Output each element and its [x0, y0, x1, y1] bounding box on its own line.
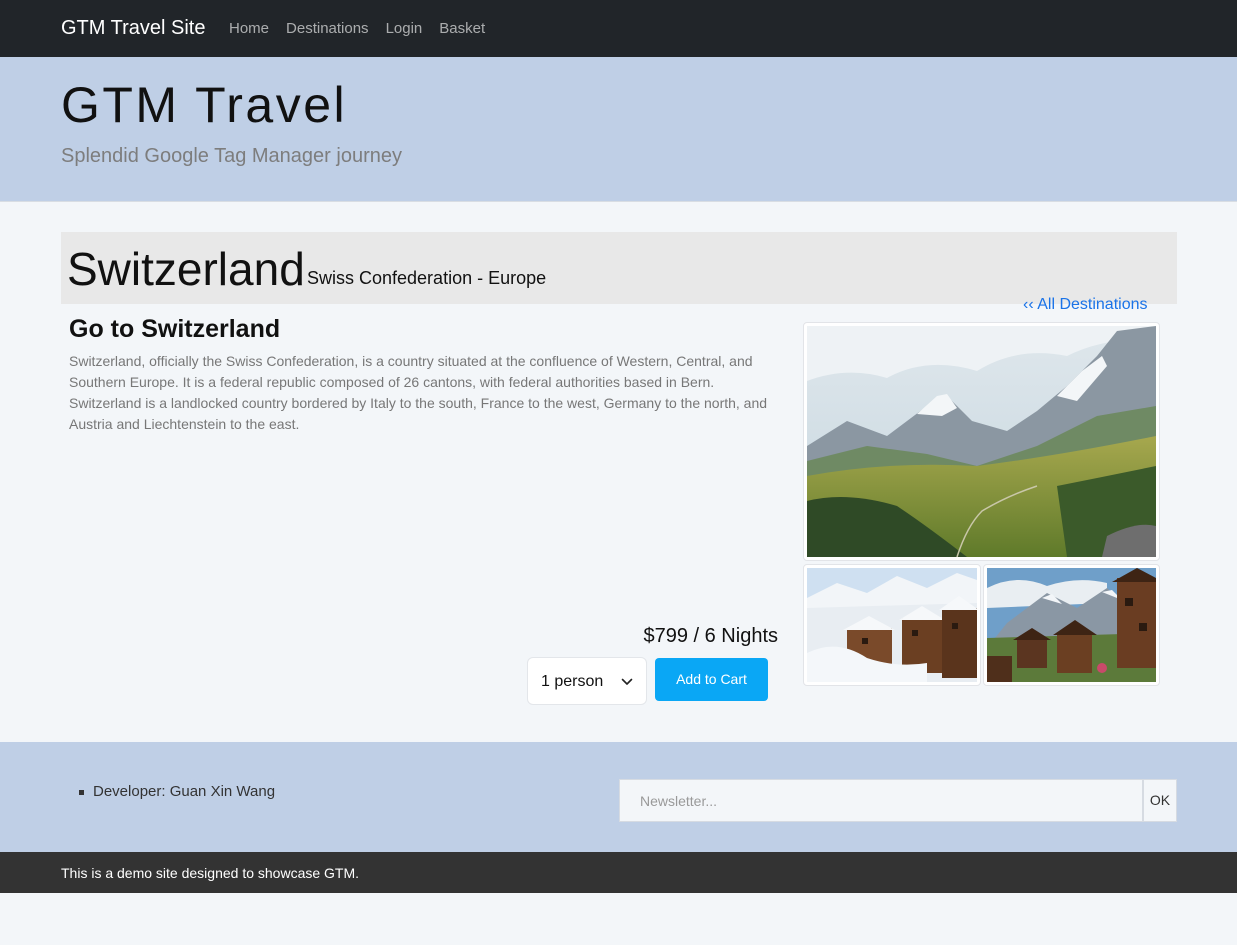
price-label: $799 / 6 Nights: [643, 625, 778, 647]
developer-list: Developer: Guan Xin Wang: [79, 783, 275, 801]
person-count-select[interactable]: 1 person: [527, 657, 647, 705]
newsletter-input[interactable]: [619, 779, 1143, 822]
destination-description: Switzerland, officially the Swiss Confed…: [69, 353, 768, 432]
main-landscape-image[interactable]: [803, 322, 1160, 561]
destination-subtitle: Swiss Confederation - Europe: [307, 268, 547, 288]
bottom-bar: This is a demo site designed to showcase…: [0, 852, 1237, 893]
hero-title: GTM Travel: [61, 77, 348, 133]
top-navbar: GTM Travel Site Home Destinations Login …: [0, 0, 1237, 57]
alpine-chalets-picture: [987, 568, 1156, 682]
chalet-village-image[interactable]: [983, 564, 1160, 686]
nav-links: Home Destinations Login Basket: [229, 20, 502, 38]
site-brand[interactable]: GTM Travel Site: [61, 16, 205, 40]
destination-name: Switzerland: [67, 243, 305, 295]
snowy-village-picture: [807, 568, 977, 682]
hero-banner: GTM Travel Splendid Google Tag Manager j…: [0, 57, 1237, 202]
nav-home-link[interactable]: Home: [229, 20, 269, 38]
mountain-valley-picture: [807, 326, 1156, 557]
hero-subtitle: Splendid Google Tag Manager journey: [61, 145, 402, 167]
all-destinations-link[interactable]: ‹‹ All Destinations: [1023, 295, 1148, 314]
destination-header: Switzerland Swiss Confederation - Europe: [61, 232, 1177, 304]
developer-credit: Developer: Guan Xin Wang: [79, 783, 275, 801]
snow-village-image[interactable]: [803, 564, 981, 686]
nav-basket-link[interactable]: Basket: [439, 20, 485, 38]
destination-heading: Go to Switzerland: [69, 315, 281, 343]
person-count-value: 1 person: [541, 673, 604, 690]
nav-login-link[interactable]: Login: [386, 20, 423, 38]
demo-site-note: This is a demo site designed to showcase…: [61, 865, 360, 881]
newsletter-ok-button[interactable]: OK: [1143, 779, 1177, 822]
add-to-cart-button[interactable]: Add to Cart: [655, 658, 768, 701]
footer: Developer: Guan Xin Wang OK: [0, 742, 1237, 852]
chevron-down-icon: [621, 678, 633, 685]
nav-destinations-link[interactable]: Destinations: [286, 20, 369, 38]
